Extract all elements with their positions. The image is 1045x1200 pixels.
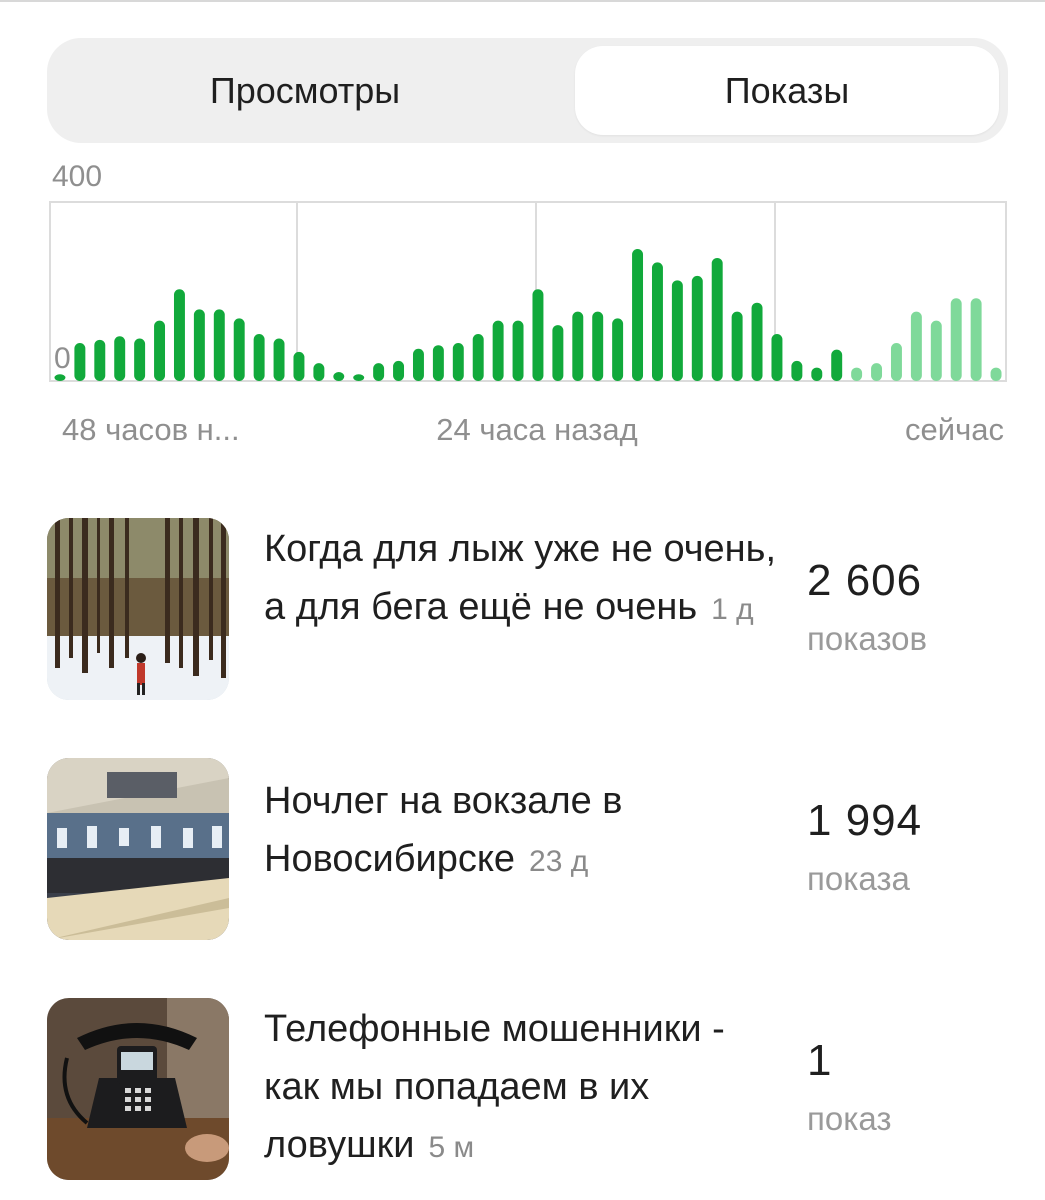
impressions-count: 2 606 xyxy=(807,556,923,605)
tab-views[interactable]: Просмотры xyxy=(55,46,555,135)
article-thumbnail-station[interactable] xyxy=(47,758,229,940)
chart-bar xyxy=(970,298,982,381)
article-title[interactable]: Телефонные мошенники - как мы попадаем в… xyxy=(264,1000,784,1177)
chart-bar xyxy=(910,311,922,381)
tab-shows[interactable]: Показы xyxy=(575,46,999,135)
chart-bar xyxy=(512,320,524,381)
chart-bar xyxy=(731,311,743,381)
article-age: 23 д xyxy=(529,845,589,878)
impressions-chart: 400 0 48 часов н... 24 часа назад сейчас xyxy=(0,150,1045,460)
chart-bar xyxy=(253,334,265,381)
chart-bar xyxy=(592,311,604,381)
chart-bar xyxy=(612,318,624,381)
impressions-label: показ xyxy=(807,1100,892,1137)
chart-bar xyxy=(990,367,1002,381)
chart-bar xyxy=(532,289,544,381)
article-row-ski[interactable]: Когда для лыж уже не очень, а для бега е… xyxy=(0,518,1045,718)
chart-bar xyxy=(233,318,245,381)
chart-bar xyxy=(552,325,564,381)
chart-bar xyxy=(393,360,405,381)
impressions-chart-svg: 400 0 48 часов н... 24 часа назад сейчас xyxy=(49,160,1007,447)
chart-bar xyxy=(333,372,345,381)
chart-bar xyxy=(851,367,863,381)
chart-bar xyxy=(74,342,86,381)
y-tick-label: 400 xyxy=(52,160,102,193)
chart-bar xyxy=(751,302,763,381)
x-axis-label: 48 часов н... xyxy=(62,412,240,447)
chart-bar xyxy=(791,360,803,381)
article-title-text: Когда для лыж уже не очень, а для бега е… xyxy=(264,528,777,628)
article-age: 1 д xyxy=(711,593,754,626)
chart-bar xyxy=(811,367,823,381)
article-thumbnail-winter-forest[interactable] xyxy=(47,518,229,700)
impressions-label: показов xyxy=(807,620,928,657)
chart-bar xyxy=(771,334,783,381)
chart-bar xyxy=(492,320,504,381)
article-thumbnail-phone[interactable] xyxy=(47,998,229,1180)
top-divider xyxy=(0,0,1045,2)
chart-bar xyxy=(632,248,644,381)
article-title[interactable]: Ночлег на вокзале в Новосибирске 23 д xyxy=(264,772,784,891)
article-row-phone[interactable]: Телефонные мошенники - как мы попадаем в… xyxy=(0,998,1045,1198)
chart-bar xyxy=(472,334,484,381)
chart-bar xyxy=(54,374,66,381)
metric-switcher: Просмотры Показы xyxy=(47,38,1008,143)
chart-bar xyxy=(950,298,962,381)
impressions-count: 1 xyxy=(807,1036,833,1085)
chart-frame xyxy=(49,201,1007,382)
impressions-count: 1 994 xyxy=(807,796,923,845)
chart-bar xyxy=(452,342,464,381)
chart-bar xyxy=(890,342,902,381)
winter-forest-runner-photo xyxy=(47,518,229,700)
x-axis-label: сейчас xyxy=(905,412,1004,447)
chart-bar xyxy=(572,311,584,381)
article-age: 5 м xyxy=(428,1131,475,1164)
article-title-text: Телефонные мошенники - как мы попадаем в… xyxy=(264,1008,725,1166)
chart-bar xyxy=(114,336,126,381)
chart-bar xyxy=(651,262,663,381)
x-axis-label: 24 часа назад xyxy=(436,412,637,447)
chart-bar xyxy=(353,374,365,381)
chart-bar xyxy=(711,257,723,381)
chart-bar xyxy=(432,345,444,381)
chart-bar xyxy=(173,289,185,381)
old-telephone-photo xyxy=(47,998,229,1180)
article-row-station[interactable]: Ночлег на вокзале в Новосибирске 23 д 1 9… xyxy=(0,758,1045,958)
chart-bar xyxy=(94,339,106,381)
chart-bar xyxy=(373,363,385,381)
chart-bar xyxy=(930,320,942,381)
chart-bar xyxy=(193,309,205,381)
chart-bar xyxy=(412,348,424,381)
chart-bar xyxy=(871,363,883,381)
y-tick-label: 0 xyxy=(54,342,71,375)
impressions-label: показа xyxy=(807,860,910,897)
chart-bar xyxy=(273,338,285,381)
chart-bar xyxy=(154,320,166,381)
railway-station-hall-photo xyxy=(47,758,229,940)
chart-bar xyxy=(313,363,325,381)
chart-bar xyxy=(671,280,683,381)
chart-bar xyxy=(831,349,843,381)
article-title[interactable]: Когда для лыж уже не очень, а для бега е… xyxy=(264,520,784,639)
chart-bar xyxy=(293,351,305,381)
chart-bar xyxy=(134,338,146,381)
chart-bar xyxy=(213,309,225,381)
chart-bar xyxy=(691,275,703,381)
